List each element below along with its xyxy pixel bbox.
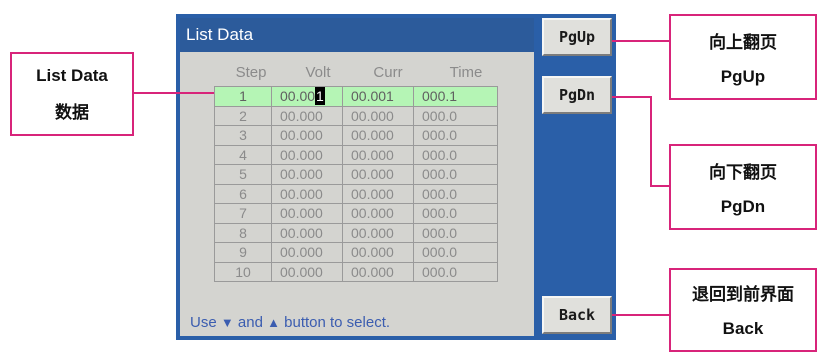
cell-curr[interactable]: 00.000 — [342, 222, 414, 243]
cell-curr[interactable]: 00.001 — [342, 86, 414, 107]
edit-cursor: 1 — [315, 87, 325, 106]
cell-volt[interactable]: 00.000 — [271, 242, 343, 263]
cell-step: 4 — [214, 144, 272, 165]
connector-line — [134, 92, 214, 94]
header-time: Time — [449, 64, 483, 81]
header-step: Step — [235, 64, 267, 81]
cell-step: 8 — [214, 222, 272, 243]
cell-step: 6 — [214, 183, 272, 204]
cell-step: 9 — [214, 242, 272, 263]
chevron-down-icon: ▼ — [220, 315, 234, 330]
cell-volt[interactable]: 00.000 — [271, 105, 343, 126]
connector-line — [612, 40, 669, 42]
cell-step: 7 — [214, 203, 272, 224]
table-row[interactable]: 5 00.000 00.000 000.0 — [214, 164, 498, 185]
cell-curr[interactable]: 00.000 — [342, 125, 414, 146]
cell-volt[interactable]: 00.000 — [271, 203, 343, 224]
cell-step: 5 — [214, 164, 272, 185]
cell-time[interactable]: 000.0 — [413, 261, 498, 282]
cell-curr[interactable]: 00.000 — [342, 203, 414, 224]
connector-line — [612, 96, 652, 98]
table-row[interactable]: 10 00.000 00.000 000.0 — [214, 261, 498, 282]
cell-time[interactable]: 000.0 — [413, 144, 498, 165]
table-row[interactable]: 2 00.000 00.000 000.0 — [214, 105, 498, 126]
cell-volt[interactable]: 00.001 — [271, 86, 343, 107]
cell-step: 2 — [214, 105, 272, 126]
table-row[interactable]: 6 00.000 00.000 000.0 — [214, 183, 498, 204]
cell-curr[interactable]: 00.000 — [342, 242, 414, 263]
cell-volt[interactable]: 00.000 — [271, 183, 343, 204]
table-row[interactable]: 1 00.001 00.001 000.1 — [214, 86, 498, 107]
cell-curr[interactable]: 00.000 — [342, 105, 414, 126]
cell-time[interactable]: 000.0 — [413, 222, 498, 243]
header-volt: Volt — [305, 64, 331, 81]
cell-time[interactable]: 000.0 — [413, 203, 498, 224]
table-row[interactable]: 9 00.000 00.000 000.0 — [214, 242, 498, 263]
connector-line — [612, 314, 669, 316]
cell-time[interactable]: 000.0 — [413, 164, 498, 185]
navigation-hint: Use ▼ and ▲ button to select. — [190, 314, 391, 331]
cell-time[interactable]: 000.1 — [413, 86, 498, 107]
cell-curr[interactable]: 00.000 — [342, 164, 414, 185]
cell-time[interactable]: 000.0 — [413, 183, 498, 204]
table-row[interactable]: 3 00.000 00.000 000.0 — [214, 125, 498, 146]
cell-volt[interactable]: 00.000 — [271, 144, 343, 165]
callout-pgup: 向上翻页 PgUp — [669, 14, 817, 100]
cell-volt[interactable]: 00.000 — [271, 261, 343, 282]
table-row[interactable]: 8 00.000 00.000 000.0 — [214, 222, 498, 243]
cell-volt[interactable]: 00.000 — [271, 125, 343, 146]
cell-time[interactable]: 000.0 — [413, 105, 498, 126]
cell-volt[interactable]: 00.000 — [271, 222, 343, 243]
chevron-up-icon: ▲ — [267, 315, 280, 330]
cell-curr[interactable]: 00.000 — [342, 144, 414, 165]
header-curr: Curr — [373, 64, 403, 81]
cell-curr[interactable]: 00.000 — [342, 261, 414, 282]
panel-title: List Data — [180, 18, 534, 52]
list-data-panel: List Data Step Volt Curr Time 1 00.001 0… — [180, 18, 534, 336]
cell-time[interactable]: 000.0 — [413, 125, 498, 146]
cell-step: 1 — [214, 86, 272, 107]
cell-step: 10 — [214, 261, 272, 282]
callout-pgdn: 向下翻页 PgDn — [669, 144, 817, 230]
back-button[interactable]: Back — [542, 296, 612, 334]
table-row[interactable]: 4 00.000 00.000 000.0 — [214, 144, 498, 165]
connector-line — [650, 185, 669, 187]
cell-step: 3 — [214, 125, 272, 146]
cell-curr[interactable]: 00.000 — [342, 183, 414, 204]
instrument-screen: List Data Step Volt Curr Time 1 00.001 0… — [176, 14, 616, 340]
callout-back: 退回到前界面 Back — [669, 268, 817, 352]
cell-time[interactable]: 000.0 — [413, 242, 498, 263]
callout-list-data: List Data 数据 — [10, 52, 134, 136]
pgdn-button[interactable]: PgDn — [542, 76, 612, 114]
pgup-button[interactable]: PgUp — [542, 18, 612, 56]
list-table: 1 00.001 00.001 000.1 2 00.000 00.000 00… — [214, 86, 498, 282]
cell-volt[interactable]: 00.000 — [271, 164, 343, 185]
table-row[interactable]: 7 00.000 00.000 000.0 — [214, 203, 498, 224]
connector-line — [650, 96, 652, 186]
